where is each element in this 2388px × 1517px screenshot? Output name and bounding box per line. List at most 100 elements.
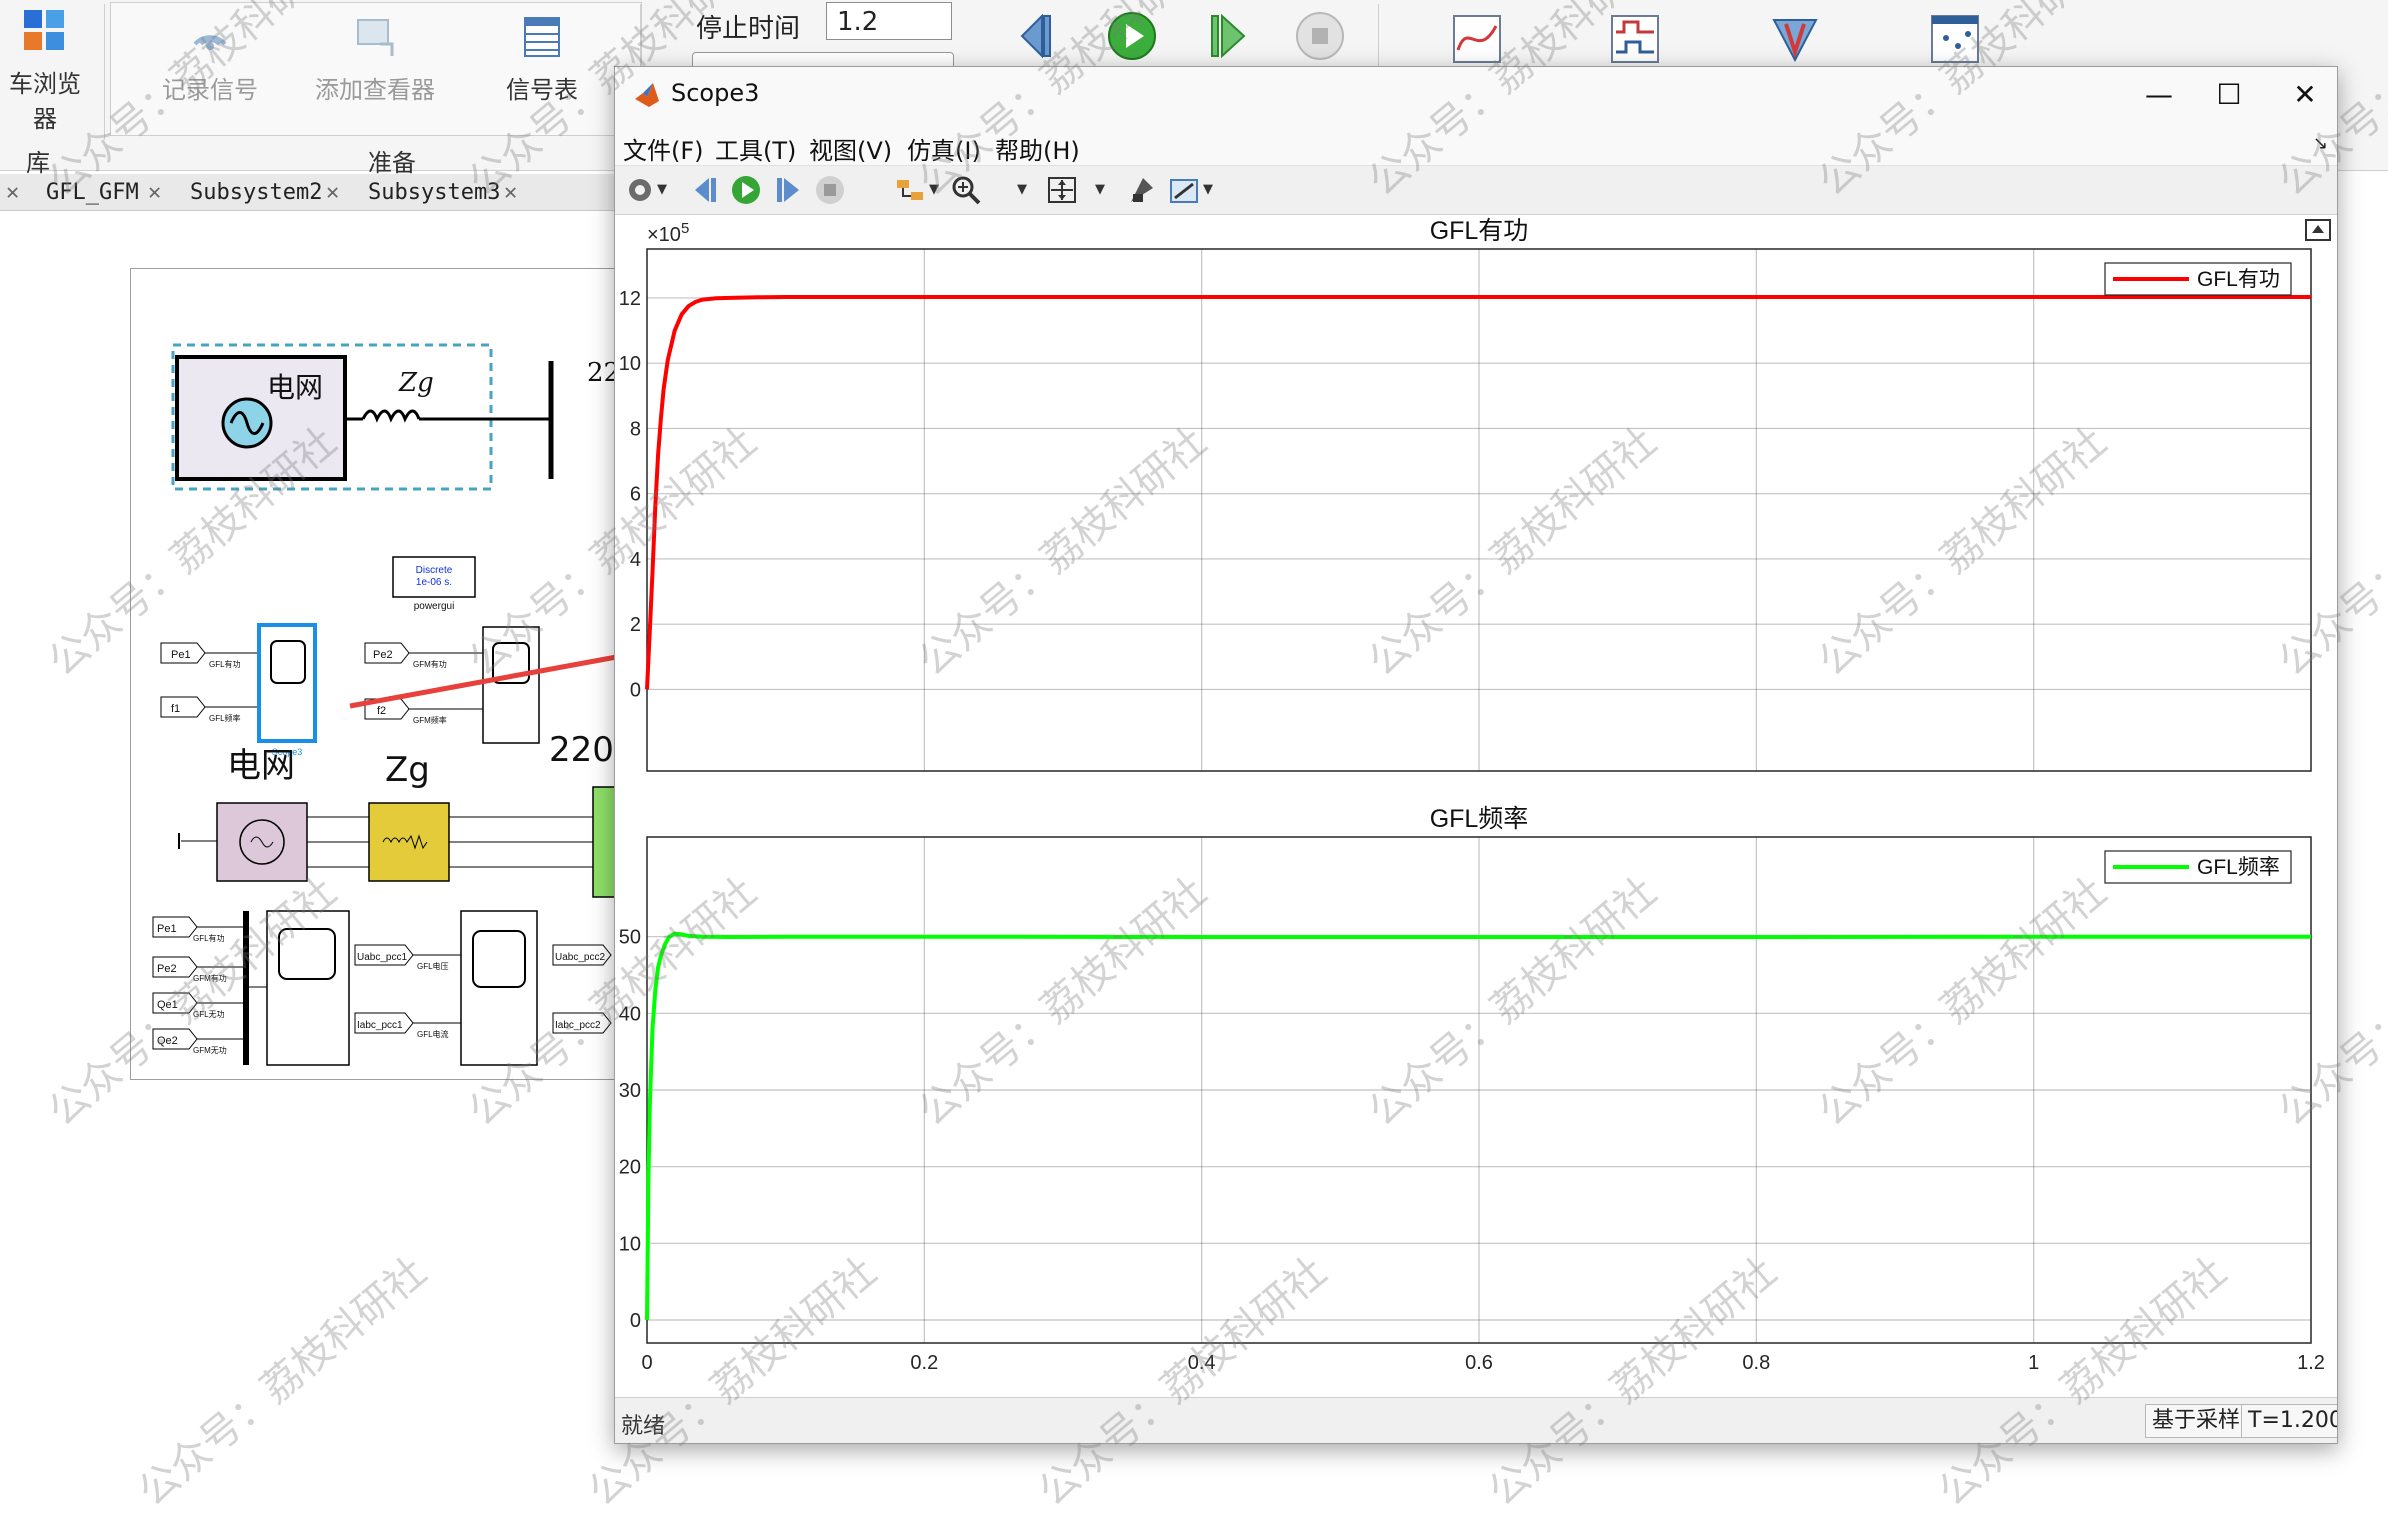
close-icon[interactable]: ✕	[148, 178, 161, 208]
data-inspector-icon[interactable]	[1450, 12, 1504, 66]
axis-exponent-label: ×105	[647, 220, 689, 246]
scope-titlebar[interactable]: Scope3 — ☐ ✕	[615, 67, 2337, 123]
from-tag-qe2[interactable]: Qe2 GFM无功	[152, 1028, 243, 1055]
scope-block[interactable]	[482, 626, 540, 744]
signal-table-grid-icon[interactable]	[1928, 12, 1982, 66]
from-tag-uabc-pcc2[interactable]: Uabc_pcc2	[552, 944, 612, 966]
from-tag-qe1[interactable]: Qe1 GFL无功	[152, 992, 243, 1019]
watermark-text: 公众号：荔枝科研社	[129, 1248, 436, 1516]
from-tag-pe1[interactable]: Pe1 GFL有功	[160, 642, 259, 669]
scope3-block-selected[interactable]: Scope3	[257, 623, 317, 757]
record-signal-icon	[193, 35, 227, 50]
powergui-ts: 1e-06 s.	[416, 577, 452, 588]
stop-time-input[interactable]: 1.2	[826, 2, 952, 40]
model-canvas[interactable]: 电网 Zg 22 Discrete 1e-06 s. powergui Pe1 …	[130, 268, 632, 1080]
library-browser-button[interactable]: 车浏览器	[0, 8, 90, 134]
menu-help[interactable]: 帮助(H)	[995, 131, 1080, 166]
powergui-block[interactable]: Discrete 1e-06 s. powergui	[392, 556, 476, 612]
y-tick-label: 2	[630, 614, 641, 636]
grid-schematic-image: 电网 Zg 22	[171, 343, 620, 491]
step-back-icon[interactable]	[687, 174, 721, 206]
menu-simulation[interactable]: 仿真(I)	[907, 131, 981, 166]
status-text: 就绪	[621, 1414, 666, 1439]
close-icon[interactable]: ✕	[326, 178, 339, 208]
powergui-label: powergui	[414, 601, 455, 612]
from-tag-iabc-pcc2[interactable]: Iabc_pcc2	[552, 1012, 612, 1034]
axes-frequency[interactable]: 0 10 20 30 40 50 0 0.2 0.4 0.6 0.8 1 1.2 GFL频率 GFL频率	[619, 805, 2325, 1374]
svg-text:GFL有功: GFL有功	[209, 659, 241, 669]
tab-gfl-gfm[interactable]: GFL_GFM	[46, 178, 139, 208]
chevron-down-icon[interactable]: ▼	[657, 182, 667, 197]
from-tag-pe2-row2[interactable]: Pe2 GFM有功	[152, 956, 243, 983]
tab-subsystem3[interactable]: Subsystem3	[368, 178, 500, 208]
maximize-icon[interactable]: ☐	[2199, 77, 2259, 113]
svg-text:Pe2: Pe2	[157, 963, 177, 975]
menu-tools[interactable]: 工具(T)	[715, 131, 796, 166]
from-tag-uabc-pcc1[interactable]: Uabc_pcc1 GFL电压	[354, 944, 461, 971]
bird-eye-scope-icon[interactable]	[1768, 12, 1822, 66]
minimize-icon[interactable]: —	[2129, 77, 2189, 113]
style-edit-icon[interactable]	[1167, 174, 1201, 206]
scope-block[interactable]	[249, 910, 350, 1066]
close-icon[interactable]: ✕	[6, 178, 19, 208]
svg-text:GFM频率: GFM频率	[413, 715, 447, 725]
plot-area[interactable]: 0 2 4 6 8 10 12 GFL有功 ×105 GFL有功 0 10 20 30 40 50 0 0.2 0…	[615, 215, 2337, 1443]
scope-window[interactable]: Scope3 — ☐ ✕ 文件(F) 工具(T) 视图(V) 仿真(I) 帮助(…	[614, 66, 2338, 1444]
dock-arrow-icon[interactable]: ↘	[2313, 133, 2328, 154]
run-icon[interactable]	[1106, 10, 1158, 62]
from-tag-pe1-row2[interactable]: Pe1 GFL有功	[152, 916, 243, 943]
svg-text:Pe1: Pe1	[157, 923, 177, 935]
library-browser-icon	[24, 10, 64, 50]
chevron-down-icon[interactable]: ▼	[929, 182, 939, 197]
from-tag-f1[interactable]: f1 GFL频率	[160, 696, 259, 723]
signal-table-button[interactable]: 信号表	[490, 14, 594, 105]
scope-block[interactable]	[460, 910, 538, 1066]
axes-active-power[interactable]: 0 2 4 6 8 10 12 GFL有功 ×105 GFL有功	[619, 217, 2312, 772]
menu-file[interactable]: 文件(F)	[623, 131, 704, 166]
svg-text:Uabc_pcc2: Uabc_pcc2	[555, 952, 605, 963]
y-tick-label: 10	[619, 353, 641, 375]
from-tag-pe2[interactable]: Pe2 GFM有功	[364, 642, 483, 669]
svg-text:GFM有功: GFM有功	[193, 973, 227, 983]
close-icon[interactable]: ✕	[2275, 77, 2335, 113]
scope-plots[interactable]: 024681012GFL有功×105GFL有功 010203040500 0.2 0…	[615, 215, 2337, 1397]
from-tag-iabc-pcc1[interactable]: Iabc_pcc1 GFL电流	[354, 1012, 461, 1039]
three-phase-source-block[interactable]	[178, 802, 308, 882]
y-tick-label: 30	[619, 1080, 641, 1102]
run-icon[interactable]	[729, 174, 763, 206]
svg-text:GFM无功: GFM无功	[193, 1045, 227, 1055]
legend-label: GFL频率	[2197, 856, 2280, 879]
menu-view[interactable]: 视图(V)	[809, 131, 892, 166]
svg-text:Iabc_pcc1: Iabc_pcc1	[357, 1020, 403, 1031]
step-back-icon[interactable]	[1008, 10, 1058, 62]
tab-subsystem2[interactable]: Subsystem2	[190, 178, 322, 208]
chevron-down-icon[interactable]: ▼	[1203, 182, 1213, 197]
record-signal-button[interactable]: 记录信号	[150, 14, 270, 105]
chevron-down-icon[interactable]: ▼	[1017, 182, 1027, 197]
from-tag-f2[interactable]: f2 GFM频率	[364, 698, 483, 725]
logic-analyzer-icon[interactable]	[1608, 12, 1662, 66]
step-forward-icon[interactable]	[1204, 10, 1254, 62]
chevron-down-icon[interactable]: ▼	[1095, 182, 1105, 197]
scale-axes-icon[interactable]	[1045, 174, 1079, 206]
y-tick-label: 40	[619, 1003, 641, 1025]
step-forward-icon[interactable]	[771, 174, 805, 206]
three-phase-impedance-block[interactable]	[307, 802, 601, 882]
undock-icon[interactable]	[2305, 219, 2331, 241]
settings-gear-icon[interactable]	[623, 174, 657, 206]
highlight-block-icon[interactable]	[893, 174, 927, 206]
y-tick-label: 10	[619, 1233, 641, 1255]
zoom-in-icon[interactable]	[949, 174, 983, 206]
x-tick-label: 1.2	[2297, 1352, 2325, 1374]
status-bar: 就绪 基于采样 T=1.200	[615, 1397, 2337, 1443]
add-viewer-button[interactable]: 添加查看器	[302, 14, 448, 105]
svg-text:GFL电压: GFL电压	[417, 961, 449, 971]
close-icon[interactable]: ✕	[504, 178, 517, 208]
y-tick-label: 4	[630, 549, 641, 571]
y-tick-label: 0	[630, 1310, 641, 1332]
stop-icon[interactable]	[813, 174, 847, 206]
legend-label: GFL有功	[2197, 268, 2280, 291]
cursor-measurement-icon[interactable]	[1125, 174, 1159, 206]
stop-icon[interactable]	[1294, 10, 1346, 62]
chart-title: GFL有功	[1430, 217, 1529, 245]
